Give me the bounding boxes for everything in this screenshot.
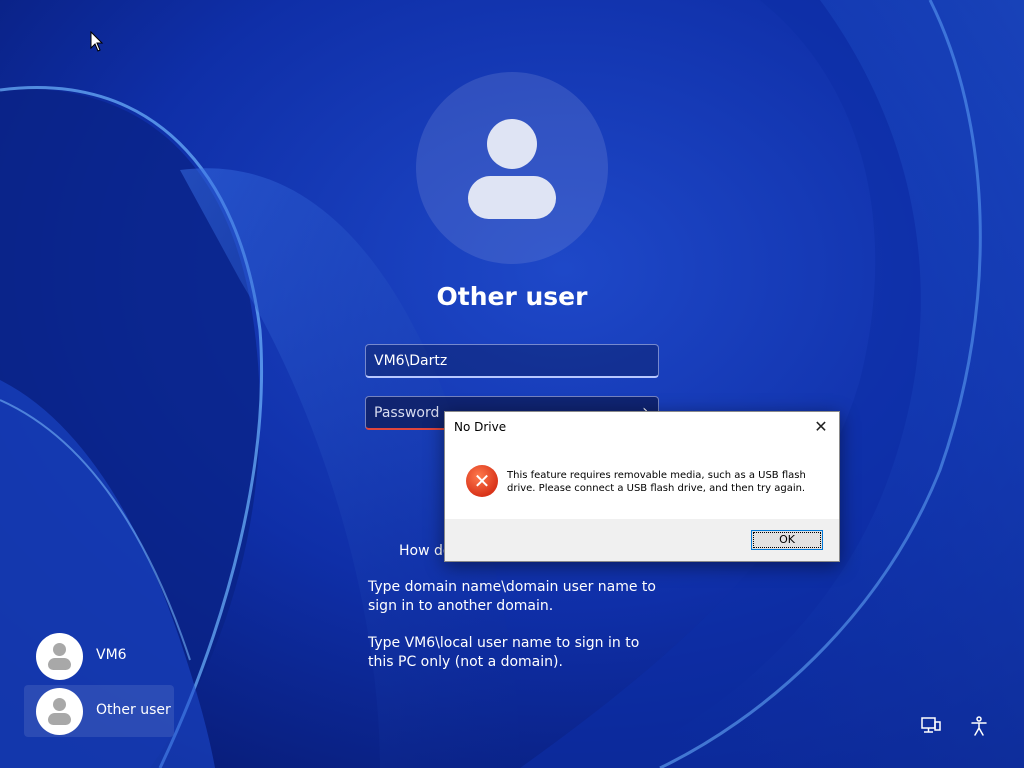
accessibility-icon[interactable] (968, 715, 990, 737)
user-tile-other-user[interactable]: Other user (24, 685, 174, 737)
help-text-local: Type VM6\local user name to sign in to t… (368, 635, 640, 670)
username-value: VM6\Dartz (374, 353, 448, 369)
password-placeholder: Password (374, 405, 440, 421)
account-title: Other user (436, 282, 588, 311)
error-icon: ✕ (466, 465, 498, 497)
user-label: Other user (96, 702, 171, 718)
user-avatar-icon (36, 633, 83, 680)
close-icon[interactable]: ✕ (811, 417, 831, 437)
dialog-title: No Drive (454, 420, 507, 434)
user-avatar-large (416, 72, 608, 264)
dialog-body: ✕ This feature requires removable media,… (445, 442, 839, 521)
dialog-message: This feature requires removable media, s… (507, 470, 806, 494)
no-drive-dialog: No Drive ✕ ✕ This feature requires remov… (444, 411, 840, 562)
ok-button[interactable]: OK (751, 530, 823, 550)
network-icon[interactable] (920, 715, 942, 737)
help-text-domain: Type domain name\domain user name to sig… (368, 579, 656, 614)
dialog-footer: OK (445, 519, 839, 561)
username-field[interactable]: VM6\Dartz (365, 344, 659, 378)
user-avatar-icon (36, 688, 83, 735)
avatar-head (487, 119, 537, 169)
user-tile-vm6[interactable]: VM6 (24, 630, 174, 682)
mouse-cursor-icon (90, 31, 104, 52)
dialog-titlebar[interactable]: No Drive ✕ (445, 412, 839, 442)
user-label: VM6 (96, 647, 127, 663)
avatar-body (468, 176, 556, 219)
